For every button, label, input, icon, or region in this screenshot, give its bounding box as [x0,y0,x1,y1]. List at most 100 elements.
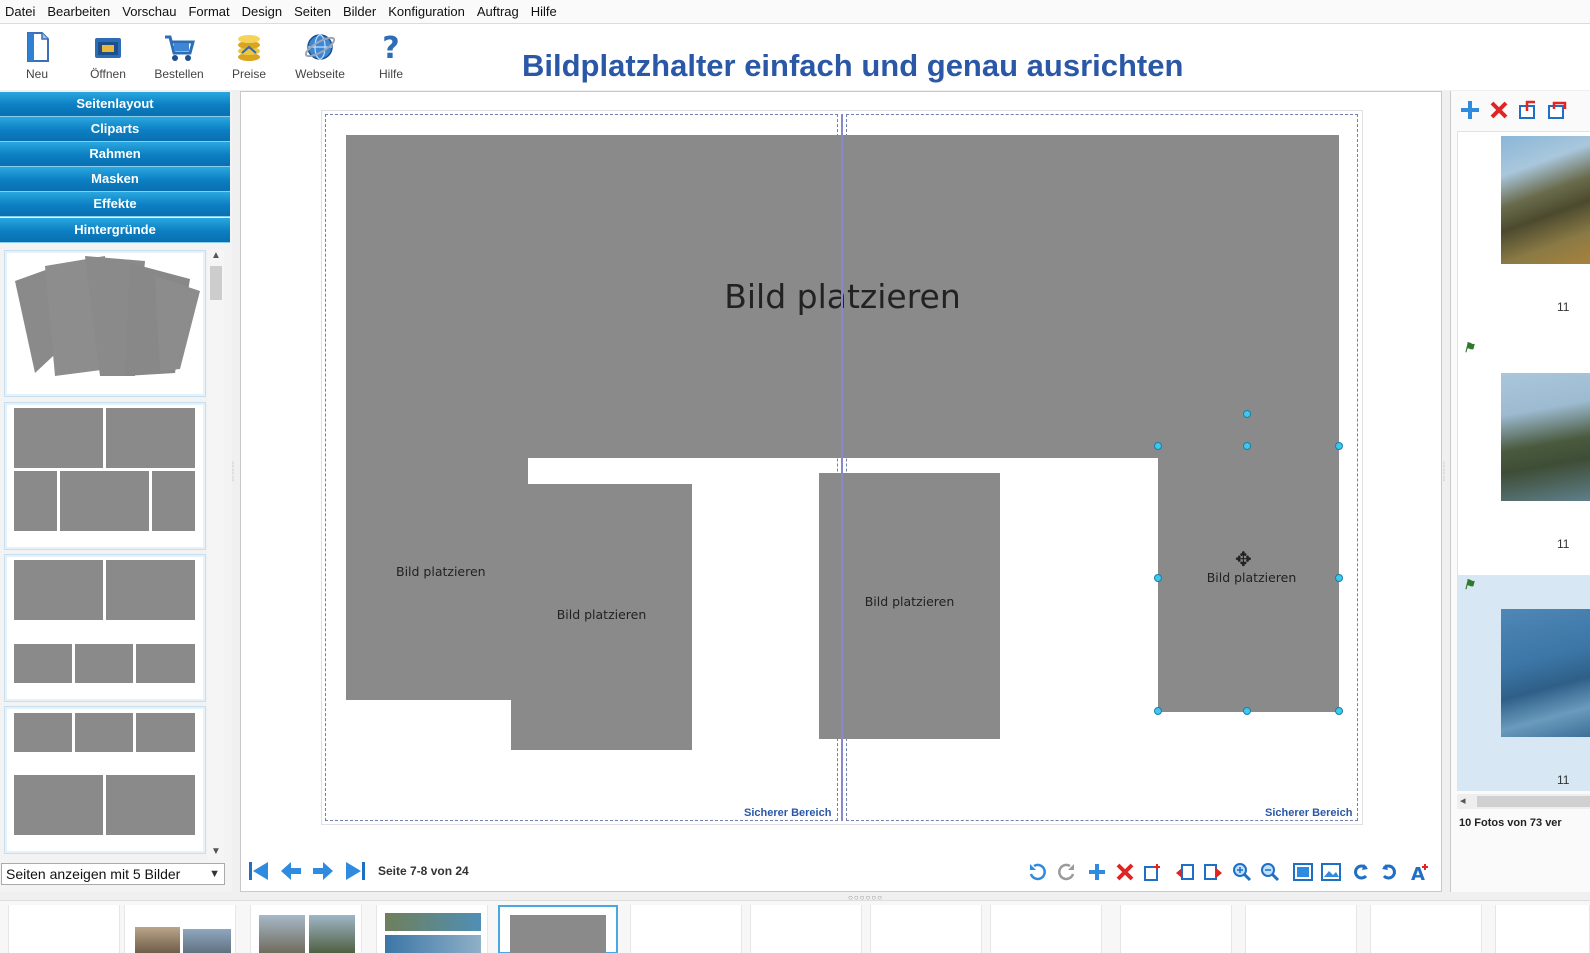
zoom-out-icon[interactable] [1259,862,1281,882]
rotate-handle[interactable] [1243,410,1251,418]
left-panel: Seitenlayout Cliparts Rahmen Masken Effe… [0,92,232,892]
scroll-left-arrow-icon[interactable]: ◂ [1460,794,1466,807]
fanned-pages-preview [15,256,200,376]
page-gutter-line [841,114,843,821]
menu-bearbeiten[interactable]: Bearbeiten [42,4,117,19]
filmstrip-page[interactable] [990,905,1102,953]
scrollbar-thumb[interactable] [1477,796,1590,807]
refresh-photo-icon[interactable] [1546,99,1568,121]
section-masken[interactable]: Masken [0,167,230,192]
order-button[interactable]: Bestellen [146,30,212,86]
menu-vorschau[interactable]: Vorschau [117,4,183,19]
open-button[interactable]: Öffnen [75,30,141,86]
first-page-icon[interactable] [247,860,271,882]
section-effekte[interactable]: Effekte [0,192,230,217]
globe-icon [304,34,336,60]
add-photo-icon[interactable] [1459,99,1481,121]
website-button[interactable]: Webseite [287,30,353,86]
layout-thumbnail-2[interactable] [4,402,206,550]
last-page-icon[interactable] [343,860,367,882]
resize-handle-left[interactable] [1154,574,1162,582]
filmstrip-page[interactable] [8,905,120,953]
filmstrip-page[interactable] [750,905,862,953]
help-button-label: Hilfe [378,67,403,81]
photo-thumbnail-coast[interactable] [1501,373,1590,501]
resize-handle-right[interactable] [1335,574,1343,582]
filmstrip-page[interactable] [250,905,362,953]
filmstrip-page-current[interactable] [498,905,618,953]
safe-area-label-left: Sicherer Bereich [744,807,832,819]
filmstrip-page[interactable] [124,905,236,953]
image-placeholder-left-overlap[interactable]: Bild platzieren [511,484,692,750]
menu-seiten[interactable]: Seiten [289,4,338,19]
filmstrip-page[interactable] [1120,905,1232,953]
resize-handle-bottom[interactable] [1243,707,1251,715]
layout-thumbnail-1[interactable] [4,250,206,397]
page-indicator: Seite 7-8 von 24 [378,864,469,878]
rotate-right-icon[interactable] [1378,862,1400,882]
filmstrip-page[interactable] [1370,905,1482,953]
image-placeholder-right-selected[interactable]: Bild platzieren [1158,446,1339,712]
cart-icon [165,35,195,61]
resize-handle-top-right[interactable] [1335,442,1343,450]
photo-thumbnail-sea[interactable] [1501,609,1590,737]
filmstrip-page[interactable] [376,905,488,953]
undo-icon[interactable] [1027,862,1049,882]
filmstrip-page[interactable] [630,905,742,953]
right-splitter-grip[interactable]: ⁞ ⁞ ⁞ [1443,462,1449,483]
layout-scrollbar[interactable]: ▲ ▼ [208,250,224,860]
image-placeholder-left[interactable]: Bild platzieren [346,458,528,700]
new-page-icon[interactable] [1142,862,1164,882]
help-button[interactable]: ? Hilfe [358,30,424,86]
menu-design[interactable]: Design [237,4,289,19]
import-photo-icon[interactable] [1517,99,1539,121]
menu-hilfe[interactable]: Hilfe [526,4,564,19]
section-cliparts[interactable]: Cliparts [0,117,230,142]
filmstrip-page[interactable] [870,905,982,953]
prices-button-label: Preise [231,67,266,81]
left-splitter-grip[interactable]: ⁞ ⁞ ⁞ [232,462,238,483]
layout-thumbnail-4[interactable] [4,706,206,854]
rotate-left-icon[interactable] [1350,862,1372,882]
move-page-right-icon[interactable] [1202,862,1224,882]
open-folder-icon [95,38,121,58]
add-icon[interactable] [1086,862,1108,882]
scroll-up-arrow-icon[interactable]: ▲ [208,250,224,264]
filmstrip-page[interactable] [1245,905,1357,953]
photo-thumbnail-cliffs[interactable] [1501,136,1590,264]
layout-count-select[interactable]: Seiten anzeigen mit 5 Bilder ▼ [1,863,225,885]
menu-datei[interactable]: Datei [0,4,42,19]
zoom-in-icon[interactable] [1231,862,1253,882]
new-button[interactable]: Neu [4,30,70,86]
resize-handle-top-left[interactable] [1154,442,1162,450]
scroll-down-arrow-icon[interactable]: ▼ [208,846,224,860]
menu-auftrag[interactable]: Auftrag [472,4,526,19]
fit-page-icon[interactable] [1292,862,1314,882]
redo-icon[interactable] [1055,862,1077,882]
photo-horizontal-scrollbar[interactable]: ◂ [1457,794,1590,809]
image-edit-icon[interactable] [1320,862,1342,882]
remove-photo-icon[interactable] [1488,99,1510,121]
resize-handle-bottom-left[interactable] [1154,707,1162,715]
move-page-left-icon[interactable] [1174,862,1196,882]
add-text-icon[interactable]: A [1409,862,1431,882]
section-seitenlayout[interactable]: Seitenlayout [0,92,230,117]
resize-handle-top[interactable] [1243,442,1251,450]
previous-page-icon[interactable] [279,860,303,882]
resize-handle-bottom-right[interactable] [1335,707,1343,715]
filmstrip-page[interactable] [1495,905,1590,953]
delete-icon[interactable] [1114,862,1136,882]
image-placeholder-center[interactable]: Bild platzieren [819,473,1000,739]
page-navigation-bar: Seite 7-8 von 24 A [241,852,1441,890]
layout-thumbnail-3[interactable] [4,554,206,702]
flag-icon: ⚑ [1463,577,1475,592]
section-hintergruende[interactable]: Hintergründe [0,218,230,243]
scrollbar-thumb[interactable] [210,266,222,300]
menu-bilder[interactable]: Bilder [338,4,383,19]
flag-icon: ⚑ [1463,340,1475,355]
prices-button[interactable]: Preise [216,30,282,86]
section-rahmen[interactable]: Rahmen [0,142,230,167]
menu-konfiguration[interactable]: Konfiguration [383,4,472,19]
next-page-icon[interactable] [311,860,335,882]
menu-format[interactable]: Format [183,4,236,19]
